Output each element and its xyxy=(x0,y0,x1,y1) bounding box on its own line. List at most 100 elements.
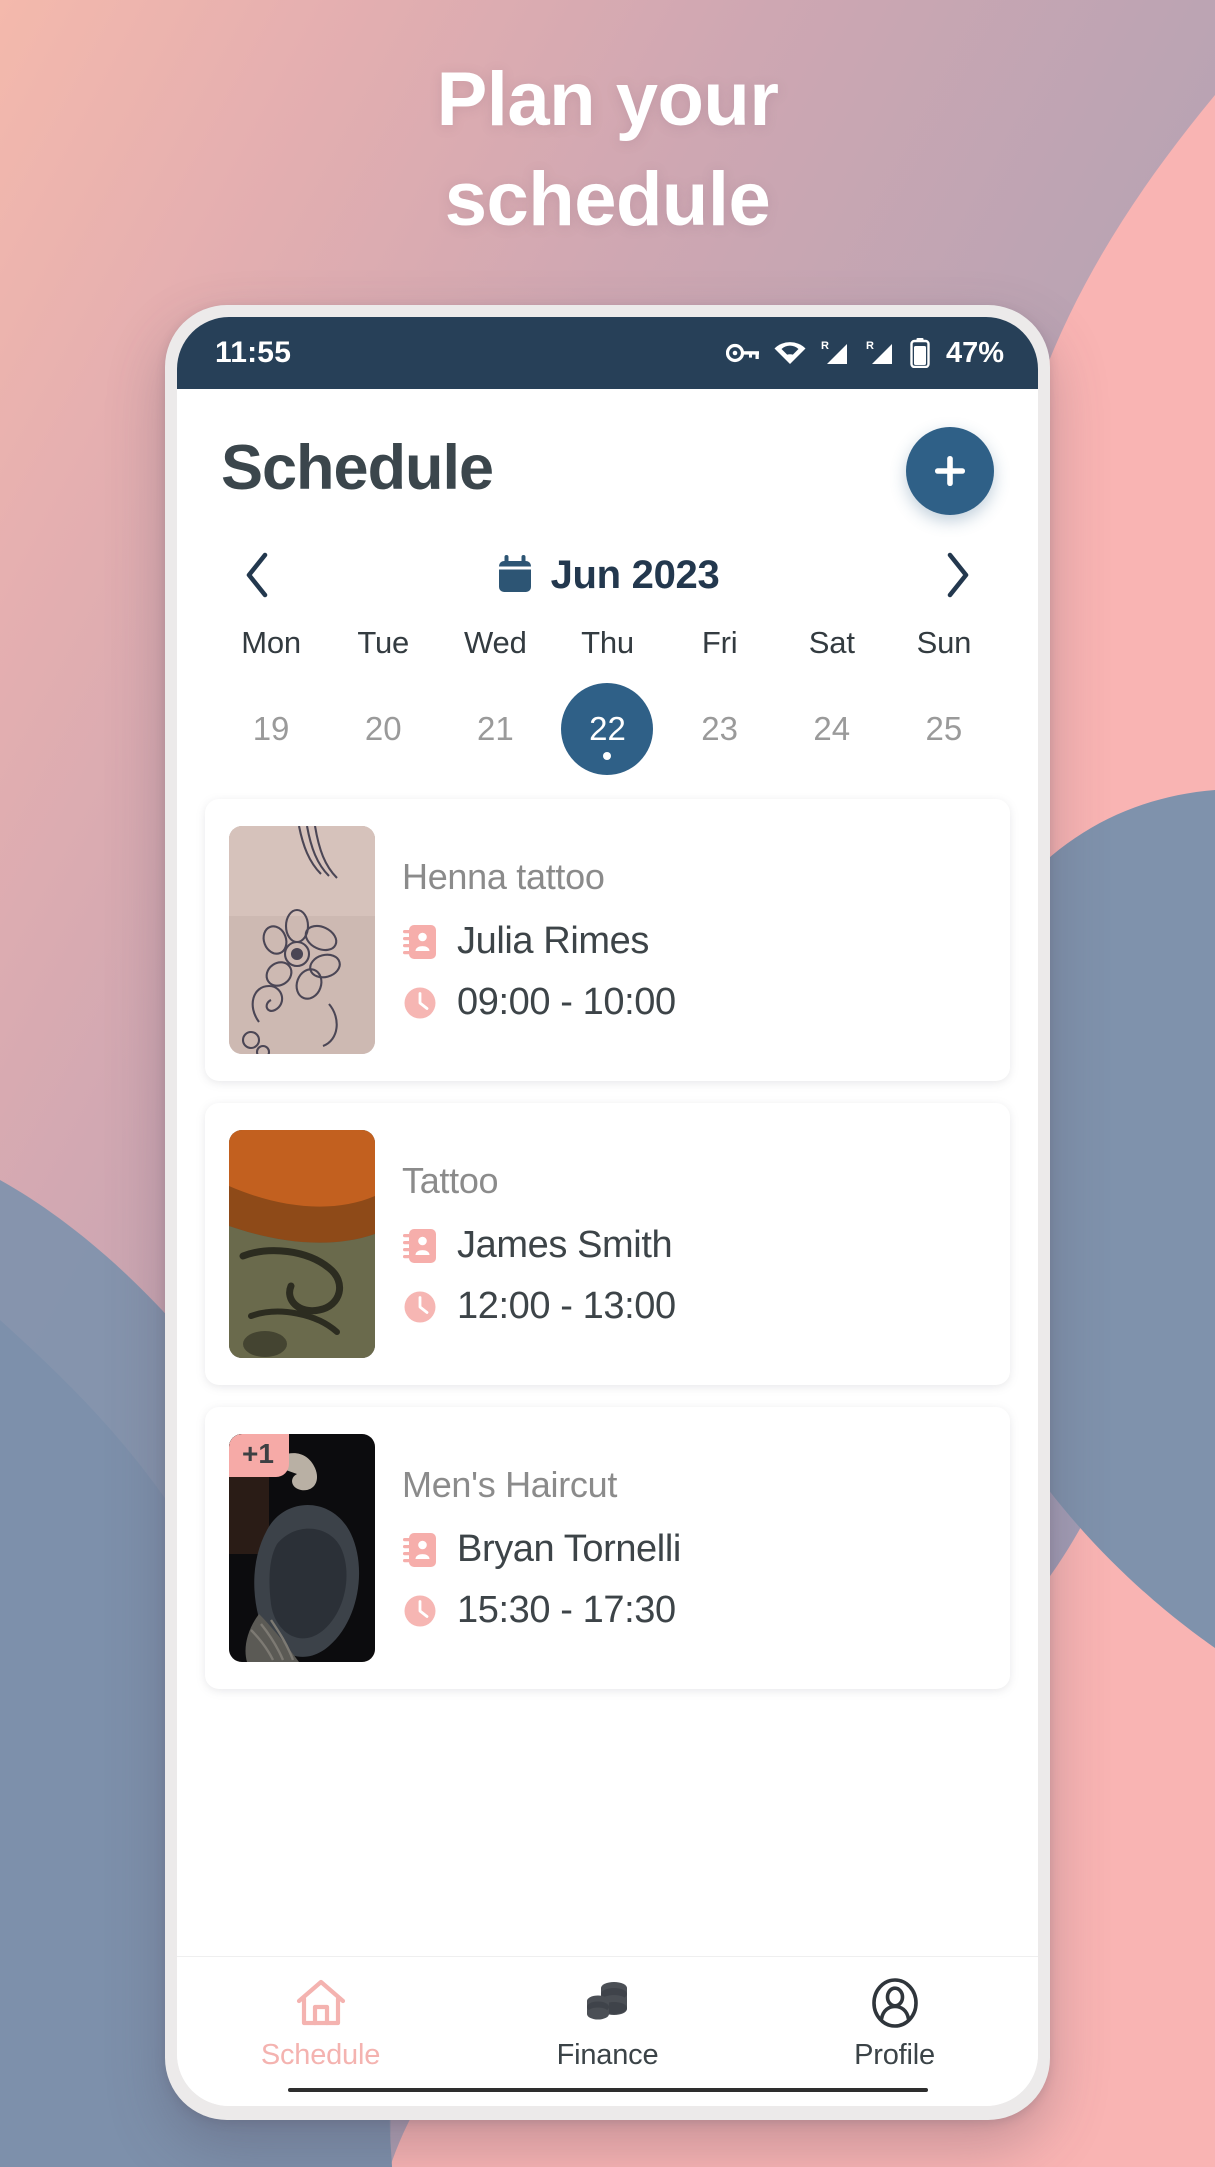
svg-text:R: R xyxy=(821,340,829,352)
day-24-button[interactable]: 24 xyxy=(786,683,878,775)
day-number: 23 xyxy=(701,710,738,747)
day-number: 21 xyxy=(476,710,514,747)
day-number: 25 xyxy=(925,710,963,747)
appointment-client-name: Bryan Tornelli xyxy=(457,1528,681,1570)
home-icon xyxy=(293,1975,349,2031)
month-label-group[interactable]: Jun 2023 xyxy=(496,553,720,598)
signal-roaming-icon: R xyxy=(866,340,892,364)
day-23-button[interactable]: 23 xyxy=(674,683,766,775)
weekday-label: Sun xyxy=(916,625,972,660)
battery-icon xyxy=(910,338,930,368)
weekday-cell: Thu xyxy=(551,625,663,683)
app-header: Schedule xyxy=(177,389,1038,521)
appointment-thumbnail xyxy=(229,1130,375,1358)
appointment-thumbnail: +1 xyxy=(229,1434,375,1662)
day-cell: 23 xyxy=(664,683,776,775)
day-25-button[interactable]: 25 xyxy=(898,683,990,775)
battery-percent: 47% xyxy=(945,336,1004,369)
weekday-header-row: Mon Tue Wed Thu Fri Sat Sun xyxy=(215,625,1000,683)
chevron-left-icon xyxy=(246,552,268,598)
day-number: 22 xyxy=(589,710,626,747)
calendar-icon xyxy=(498,555,531,592)
day-event-dot xyxy=(603,752,612,760)
phone-mockup: 11:55 R R 47% Schedule Jun 2023 Mon Tue … xyxy=(165,305,1050,2120)
week-strip: Mon Tue Wed Thu Fri Sat Sun 19 20 21 22 … xyxy=(177,611,1038,793)
weekday-label: Fri xyxy=(701,625,738,660)
day-number: 19 xyxy=(252,710,290,747)
extra-photos-badge: +1 xyxy=(229,1434,289,1477)
promo-headline: Plan your schedule xyxy=(0,62,1215,238)
headline-line-1: Plan your xyxy=(436,57,779,142)
appointment-thumbnail xyxy=(229,826,375,1054)
svg-text:R: R xyxy=(866,340,874,352)
clock-icon xyxy=(402,1288,438,1326)
headline-line-2: schedule xyxy=(444,157,771,242)
weekday-cell: Sat xyxy=(776,625,888,683)
arm-tattoo-photo xyxy=(229,1130,375,1358)
status-icons: R R 47% xyxy=(725,336,1004,370)
day-20-button[interactable]: 20 xyxy=(337,683,429,775)
plus-icon xyxy=(935,456,965,486)
weekday-cell: Mon xyxy=(215,625,327,683)
day-cell: 22 xyxy=(551,683,663,775)
day-number: 20 xyxy=(364,710,402,747)
appointment-client-row: Bryan Tornelli xyxy=(402,1528,986,1571)
appointment-time-row: 15:30 - 17:30 xyxy=(402,1589,986,1632)
next-month-button[interactable] xyxy=(930,547,986,603)
day-cell: 24 xyxy=(776,683,888,775)
nav-item-finance[interactable]: Finance xyxy=(464,1975,751,2072)
appointment-details: Tattoo James Smith 12:00 - 13:00 xyxy=(402,1160,986,1328)
appointment-details: Men's Haircut Bryan Tornelli 15:30 - 17:… xyxy=(402,1464,986,1632)
vpn-key-icon xyxy=(725,343,759,363)
status-bar: 11:55 R R 47% xyxy=(177,317,1038,389)
weekday-label: Mon xyxy=(241,625,301,660)
appointment-client-name: Julia Rimes xyxy=(457,920,649,962)
henna-tattoo-photo xyxy=(229,826,375,1054)
appointment-list: Henna tattoo Julia Rimes 09:00 - 10:00 T… xyxy=(177,793,1038,1956)
coins-icon xyxy=(580,1975,636,2031)
appointment-card[interactable]: +1 Men's Haircut Bryan Tornelli 15:30 - … xyxy=(205,1407,1010,1689)
nav-label-profile: Profile xyxy=(854,2039,935,2071)
appointment-time: 09:00 - 10:00 xyxy=(457,981,676,1023)
day-19-button[interactable]: 19 xyxy=(225,683,317,775)
day-22-button-selected[interactable]: 22 xyxy=(561,683,654,775)
previous-month-button[interactable] xyxy=(229,547,285,603)
day-21-button[interactable]: 21 xyxy=(449,683,541,775)
weekday-label: Thu xyxy=(581,625,634,660)
appointment-time: 12:00 - 13:00 xyxy=(457,1285,676,1327)
day-number-row: 19 20 21 22 23 24 25 xyxy=(215,683,1000,775)
contact-book-icon xyxy=(402,923,438,961)
appointment-client-name: James Smith xyxy=(457,1224,673,1266)
phone-screen: 11:55 R R 47% Schedule Jun 2023 Mon Tue … xyxy=(177,317,1038,2106)
weekday-cell: Tue xyxy=(327,625,439,683)
user-circle-icon xyxy=(867,1975,923,2031)
appointment-time-row: 12:00 - 13:00 xyxy=(402,1285,986,1328)
day-cell: 19 xyxy=(215,683,327,775)
appointment-client-row: James Smith xyxy=(402,1224,986,1267)
android-home-indicator xyxy=(287,2088,928,2092)
day-number: 24 xyxy=(813,710,851,747)
nav-item-profile[interactable]: Profile xyxy=(751,1975,1038,2072)
status-time: 11:55 xyxy=(215,336,292,369)
appointment-title: Tattoo xyxy=(402,1160,499,1201)
appointment-time-row: 09:00 - 10:00 xyxy=(402,981,986,1024)
appointment-client-row: Julia Rimes xyxy=(402,920,986,963)
month-label: Jun 2023 xyxy=(550,552,720,597)
day-cell: 20 xyxy=(327,683,439,775)
day-cell: 21 xyxy=(439,683,551,775)
weekday-cell: Sun xyxy=(888,625,1000,683)
month-navigation: Jun 2023 xyxy=(177,521,1038,611)
appointment-card[interactable]: Tattoo James Smith 12:00 - 13:00 xyxy=(205,1103,1010,1385)
appointment-card[interactable]: Henna tattoo Julia Rimes 09:00 - 10:00 xyxy=(205,799,1010,1081)
contact-book-icon xyxy=(402,1227,438,1265)
weekday-cell: Fri xyxy=(664,625,776,683)
add-appointment-button[interactable] xyxy=(906,427,994,515)
contact-book-icon xyxy=(402,1531,438,1569)
nav-item-schedule[interactable]: Schedule xyxy=(177,1975,464,2072)
weekday-label: Wed xyxy=(464,625,527,660)
day-cell: 25 xyxy=(888,683,1000,775)
chevron-right-icon xyxy=(947,552,969,598)
appointment-title: Henna tattoo xyxy=(402,856,605,897)
weekday-label: Tue xyxy=(357,625,410,660)
appointment-details: Henna tattoo Julia Rimes 09:00 - 10:00 xyxy=(402,856,986,1024)
